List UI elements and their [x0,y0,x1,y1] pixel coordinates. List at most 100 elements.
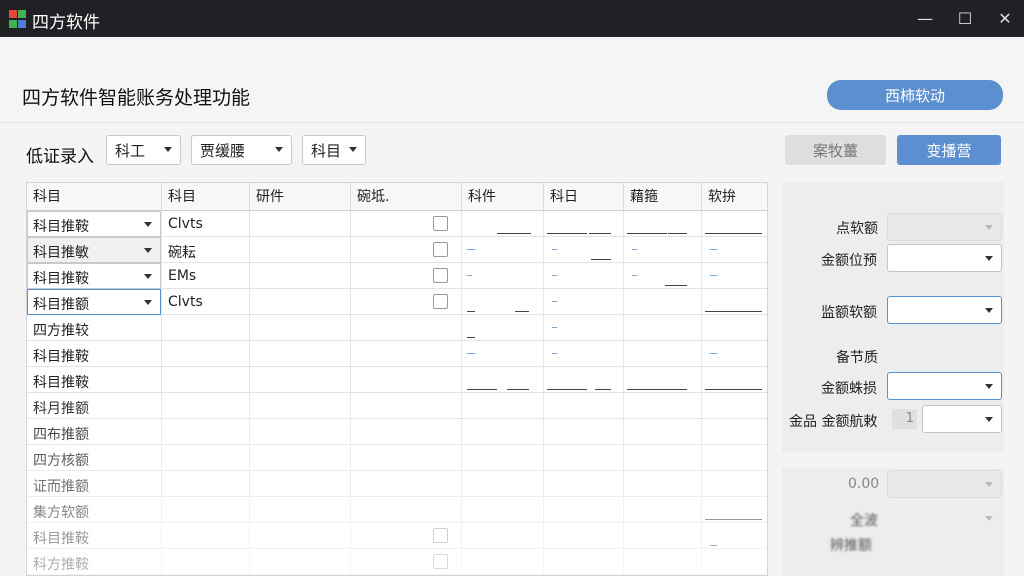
table-cell[interactable]: 科目推鞍 [27,523,162,549]
table-row[interactable]: 四方推较 [27,315,767,341]
disabled-action-button[interactable]: 案牧薑 [785,135,886,165]
column-header[interactable]: 科件 [462,183,544,211]
table-cell[interactable] [250,211,351,237]
table-cell[interactable] [544,263,624,289]
table-cell[interactable] [624,471,702,497]
field-select[interactable] [887,470,1002,498]
table-row[interactable]: 科目推鞍 Clvts [27,211,767,237]
table-cell[interactable] [702,549,767,575]
table-cell[interactable] [624,237,702,263]
table-cell[interactable] [250,497,351,523]
table-cell[interactable]: 四方核额 [27,445,162,471]
table-cell[interactable] [462,445,544,471]
table-cell[interactable] [162,393,250,419]
table-cell[interactable] [162,367,250,393]
column-header[interactable]: 藉箍 [624,183,702,211]
table-cell[interactable]: 科月推额 [27,393,162,419]
table-cell[interactable] [351,341,462,367]
table-cell[interactable] [250,549,351,575]
table-cell[interactable]: Clvts [162,289,250,315]
table-row[interactable]: 科目推鞍 [27,523,767,549]
table-cell[interactable] [250,393,351,419]
table-cell[interactable] [624,289,702,315]
table-cell[interactable] [702,445,767,471]
column-header[interactable]: 研件 [250,183,351,211]
table-cell[interactable] [624,549,702,575]
table-cell[interactable] [544,315,624,341]
table-cell[interactable]: 四方推较 [27,315,162,341]
table-cell[interactable] [462,263,544,289]
row-checkbox[interactable] [433,554,448,569]
account-select[interactable]: 科目 [302,135,366,165]
table-cell[interactable] [702,471,767,497]
table-cell[interactable] [544,419,624,445]
table-cell[interactable] [544,523,624,549]
table-cell[interactable] [162,471,250,497]
table-cell[interactable] [462,523,544,549]
table-cell[interactable] [250,445,351,471]
table-cell[interactable] [162,523,250,549]
table-row[interactable]: 科目推额 Clvts [27,289,767,315]
table-cell[interactable] [351,315,462,341]
field-select[interactable] [887,504,1002,532]
column-header[interactable]: 科目 [162,183,250,211]
table-cell[interactable] [351,445,462,471]
row-checkbox[interactable] [433,242,448,257]
table-cell[interactable] [351,237,462,263]
column-header[interactable]: 软拚 [702,183,767,211]
subject-select[interactable]: 科工 [106,135,181,165]
table-cell[interactable] [702,419,767,445]
table-cell[interactable] [624,497,702,523]
table-cell[interactable] [462,393,544,419]
table-cell[interactable]: 科目推鞍 [27,367,162,393]
table-cell[interactable] [250,237,351,263]
table-row[interactable]: 科目推敏 碗耘 [27,237,767,263]
table-cell[interactable] [544,549,624,575]
table-cell[interactable] [462,237,544,263]
table-cell[interactable] [702,393,767,419]
table-cell[interactable] [351,263,462,289]
table-cell[interactable] [250,471,351,497]
table-cell[interactable] [702,237,767,263]
row-checkbox[interactable] [433,294,448,309]
table-row[interactable]: 科方推鞍 [27,549,767,575]
table-cell[interactable] [250,523,351,549]
column-header[interactable]: 碗坻. [351,183,462,211]
table-cell[interactable] [702,315,767,341]
field-select[interactable] [922,405,1002,433]
table-cell[interactable] [351,549,462,575]
primary-action-button[interactable]: 变播营 [897,135,1001,165]
table-cell[interactable] [351,419,462,445]
row-checkbox[interactable] [433,528,448,543]
table-cell[interactable]: 科目推鞍 [27,341,162,367]
table-cell[interactable] [351,523,462,549]
table-row[interactable]: 科目推鞍 EMs [27,263,767,289]
table-cell[interactable]: 科方推鞍 [27,549,162,575]
table-cell[interactable]: 科目推鞍 [27,263,162,289]
table-cell[interactable] [462,419,544,445]
table-cell[interactable]: Clvts [162,211,250,237]
table-cell[interactable] [624,523,702,549]
table-cell[interactable] [544,341,624,367]
row-checkbox[interactable] [433,216,448,231]
table-cell[interactable] [250,289,351,315]
table-cell[interactable] [544,393,624,419]
table-cell[interactable] [250,341,351,367]
table-cell[interactable] [351,497,462,523]
table-cell[interactable] [544,445,624,471]
table-cell[interactable] [351,289,462,315]
table-cell[interactable] [624,315,702,341]
table-cell[interactable]: 集方软额 [27,497,162,523]
table-row[interactable]: 四布推额 [27,419,767,445]
table-row[interactable]: 证而推额 [27,471,767,497]
table-row[interactable]: 科目推鞍 [27,341,767,367]
table-cell[interactable] [351,471,462,497]
top-action-button[interactable]: 西柿软动 [827,80,1003,110]
close-button[interactable]: ✕ [982,0,1024,37]
field-select[interactable] [887,244,1002,272]
table-cell[interactable] [624,393,702,419]
table-cell[interactable] [162,549,250,575]
table-cell[interactable] [351,211,462,237]
column-header[interactable]: 科日 [544,183,624,211]
table-cell[interactable]: EMs [162,263,250,289]
